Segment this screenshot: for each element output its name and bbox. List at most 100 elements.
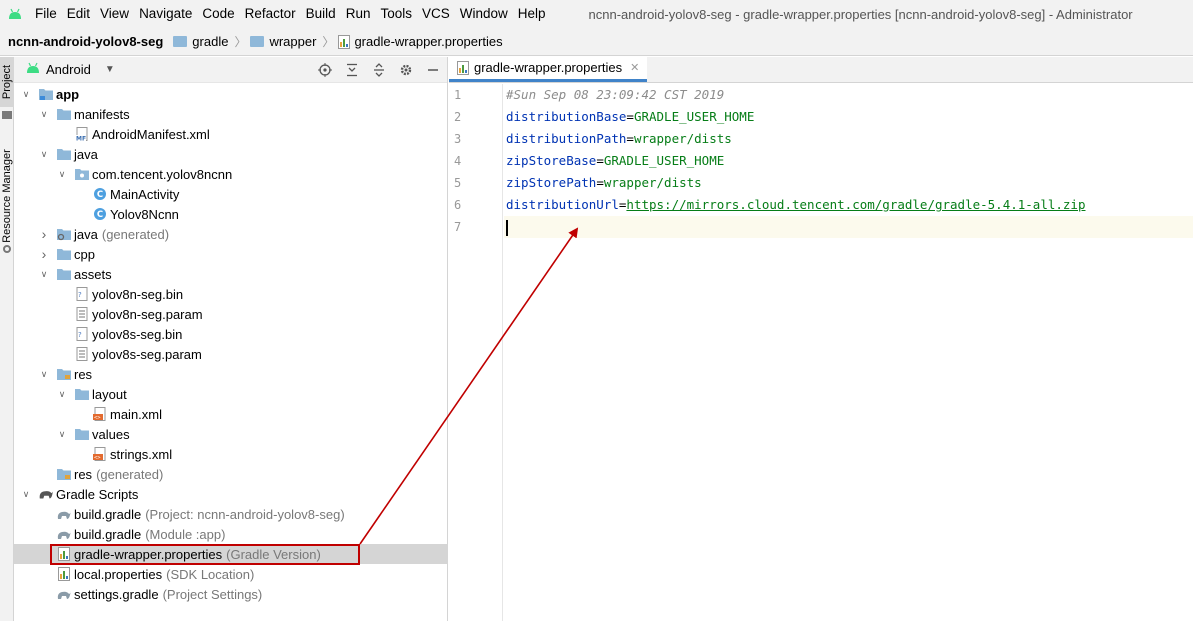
tree-item[interactable]: yolov8s-seg.param [14, 344, 448, 364]
tree-item[interactable]: ∨ layout [14, 384, 448, 404]
breadcrumb-item-project[interactable]: ncnn-android-yolov8-seg [4, 34, 169, 49]
chevron-down-icon[interactable]: ∨ [56, 428, 68, 440]
gear-icon[interactable] [398, 62, 414, 78]
tree-item[interactable]: <> main.xml [14, 404, 448, 424]
module-folder-icon [38, 86, 54, 102]
tree-item-label: res [74, 466, 93, 482]
tree-item[interactable]: res (generated) [14, 464, 448, 484]
tree-item-hint: (Project: ncnn-android-yolov8-seg) [145, 506, 345, 522]
chevron-down-icon[interactable]: ∨ [38, 368, 50, 380]
tree-item-label: res [74, 366, 93, 382]
tree-item[interactable]: ∨ values [14, 424, 448, 444]
tree-item[interactable]: › java (generated) [14, 224, 448, 244]
binary-file-icon: ? [74, 286, 90, 302]
code-line[interactable]: zipStorePath=wrapper/dists [504, 172, 1193, 194]
menu-item-vcs[interactable]: VCS [417, 0, 455, 28]
tree-item[interactable]: MF AndroidManifest.xml [14, 124, 448, 144]
editor-tab-gradle-wrapper[interactable]: gradle-wrapper.properties ✕ [449, 56, 648, 82]
tree-item[interactable]: build.gradle (Module :app) [14, 524, 448, 544]
tree-item-label: build.gradle [74, 506, 142, 522]
property-url-link[interactable]: https://mirrors.cloud.tencent.com/gradle… [626, 197, 1085, 212]
property-value: wrapper/dists [603, 175, 702, 190]
tree-item[interactable]: ? yolov8s-seg.bin [14, 324, 448, 344]
chevron-down-icon[interactable]: ∨ [38, 148, 50, 160]
chevron-down-icon[interactable]: ∨ [20, 88, 32, 100]
menu-item-tools[interactable]: Tools [375, 0, 417, 28]
menu-item-refactor[interactable]: Refactor [240, 0, 301, 28]
menu-item-code[interactable]: Code [197, 0, 239, 28]
property-key: distributionBase [506, 109, 627, 124]
collapse-all-icon[interactable] [371, 62, 387, 78]
chevron-right-icon[interactable]: › [38, 246, 50, 262]
chevron-down-icon[interactable]: ∨ [20, 488, 32, 500]
tree-item-label: strings.xml [110, 446, 173, 462]
resource-manager-tool-tab[interactable]: Resource Manager [0, 141, 14, 251]
tree-item[interactable]: <> strings.xml [14, 444, 448, 464]
project-tool-tab[interactable]: Project [0, 57, 14, 107]
menu-item-run[interactable]: Run [341, 0, 376, 28]
tree-item[interactable]: ∨ com.tencent.yolov8ncnn [14, 164, 448, 184]
tree-item-label: cpp [74, 246, 95, 262]
tree-item[interactable]: ∨ assets [14, 264, 448, 284]
chevron-down-icon[interactable]: ∨ [38, 108, 50, 120]
tree-item[interactable]: ∨ manifests [14, 104, 448, 124]
chevron-down-icon[interactable]: ∨ [56, 168, 68, 180]
tree-item[interactable]: ? yolov8n-seg.bin [14, 284, 448, 304]
breadcrumb-separator-icon: 〉 [322, 35, 335, 49]
menu-item-navigate[interactable]: Navigate [134, 0, 197, 28]
tree-item[interactable]: ∨ Gradle Scripts [14, 484, 448, 504]
tree-item[interactable]: yolov8n-seg.param [14, 304, 448, 324]
menu-item-view[interactable]: View [95, 0, 134, 28]
tree-item[interactable]: build.gradle (Project: ncnn-android-yolov… [14, 504, 448, 524]
folder-icon [74, 386, 90, 402]
breadcrumb: ncnn-android-yolov8-seg gradle 〉 wrapper… [0, 28, 1193, 56]
close-icon[interactable]: ✕ [630, 61, 639, 74]
text-file-icon [74, 306, 90, 322]
svg-text:?: ? [78, 331, 82, 339]
breadcrumb-item-gradle[interactable]: gradle [169, 34, 234, 49]
code-area[interactable]: #Sun Sep 08 23:09:42 CST 2019 distributio… [504, 84, 1193, 621]
breadcrumb-item-wrapper[interactable]: wrapper [246, 34, 322, 49]
hide-panel-icon[interactable] [425, 62, 441, 78]
tree-item-label: manifests [74, 106, 130, 122]
code-line[interactable]: #Sun Sep 08 23:09:42 CST 2019 [504, 84, 1193, 106]
property-value: GRADLE_USER_HOME [603, 153, 725, 168]
breadcrumb-item-file[interactable]: gradle-wrapper.properties [334, 34, 508, 49]
tree-item[interactable]: settings.gradle (Project Settings) [14, 584, 448, 604]
tree-item[interactable]: ∨ app [14, 84, 448, 104]
chevron-down-icon[interactable]: ∨ [38, 268, 50, 280]
chevron-right-icon[interactable]: › [38, 226, 50, 242]
locate-file-icon[interactable] [317, 62, 333, 78]
expand-all-icon[interactable] [344, 62, 360, 78]
menu-item-window[interactable]: Window [455, 0, 513, 28]
tree-item[interactable]: ∨ res [14, 364, 448, 384]
menu-items: File Edit View Navigate Code Refactor Build Run… [30, 0, 551, 28]
tree-item[interactable]: ∨ java [14, 144, 448, 164]
code-line[interactable]: distributionUrl=https://mirrors.cloud.te… [504, 194, 1193, 216]
tree-item[interactable]: local.properties (SDK Location) [14, 564, 448, 584]
code-line[interactable]: distributionBase=GRADLE_USER_HOME [504, 106, 1193, 128]
code-line[interactable]: zipStoreBase=GRADLE_USER_HOME [504, 150, 1193, 172]
code-line[interactable] [504, 216, 1193, 238]
menu-item-file[interactable]: File [30, 0, 62, 28]
tree-item-label: build.gradle [74, 526, 142, 542]
project-panel: Android ▼ ∨ app ∨ manifests MF AndroidManifes… [14, 57, 448, 621]
tree-item[interactable]: › cpp [14, 244, 448, 264]
chevron-down-icon[interactable]: ∨ [56, 388, 68, 400]
folder-icon [56, 246, 72, 262]
code-line[interactable]: distributionPath=wrapper/dists [504, 128, 1193, 150]
menu-item-edit[interactable]: Edit [62, 0, 95, 28]
tree-item-label: Gradle Scripts [56, 486, 139, 502]
tree-item[interactable]: C MainActivity [14, 184, 448, 204]
menu-item-help[interactable]: Help [513, 0, 551, 28]
tree-item[interactable]: C Yolov8Ncnn [14, 204, 448, 224]
res-folder-icon [56, 366, 72, 382]
tree-item-label: main.xml [110, 406, 163, 422]
menu-item-build[interactable]: Build [301, 0, 341, 28]
project-view-selector[interactable]: Android ▼ [26, 62, 115, 77]
